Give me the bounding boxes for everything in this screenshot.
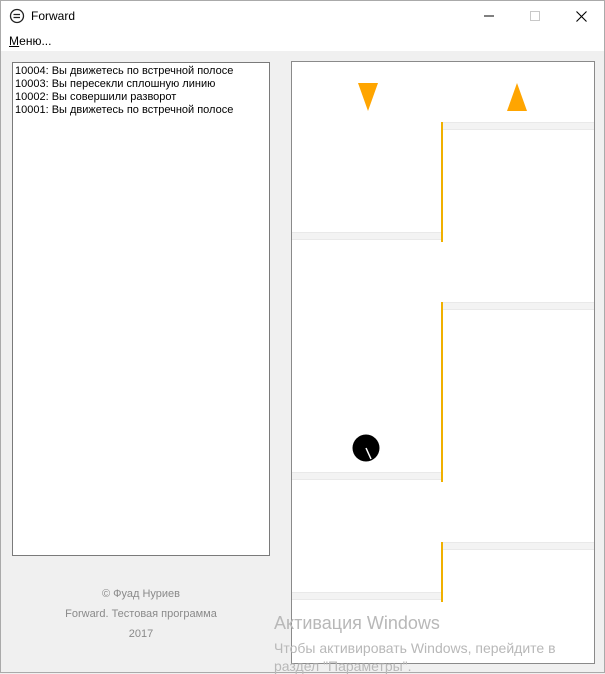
window-title: Forward bbox=[31, 9, 76, 23]
activation-watermark-title: Активация Windows bbox=[274, 613, 440, 633]
down-arrow-icon bbox=[358, 83, 378, 111]
activation-watermark-line: Чтобы активировать Windows, перейдите в bbox=[274, 640, 556, 656]
app-window: Forward Меню... 10004: Вы движетесь по в… bbox=[0, 0, 605, 674]
road-field[interactable] bbox=[291, 61, 595, 664]
menu-bar: Меню... bbox=[1, 31, 604, 51]
event-log-list[interactable]: 10004: Вы движетесь по встречной полосе … bbox=[12, 62, 270, 556]
car-icon bbox=[352, 434, 380, 462]
road-strip bbox=[292, 592, 442, 600]
minimize-button[interactable] bbox=[466, 1, 512, 31]
list-item[interactable]: 10004: Вы движетесь по встречной полосе bbox=[15, 65, 233, 78]
title-bar: Forward bbox=[1, 1, 604, 31]
road-strip bbox=[292, 472, 442, 480]
menu-item-menu[interactable]: Меню... bbox=[9, 34, 51, 48]
activation-watermark-line: раздел "Параметры". bbox=[274, 658, 412, 674]
list-item[interactable]: 10001: Вы движетесь по встречной полосе bbox=[15, 104, 233, 117]
road-strip bbox=[443, 122, 594, 130]
list-item[interactable]: 10002: Вы совершили разворот bbox=[15, 91, 176, 104]
lane-divider bbox=[441, 122, 443, 242]
close-icon bbox=[575, 10, 587, 22]
lane-divider bbox=[441, 302, 443, 482]
list-item[interactable]: 10003: Вы пересекли сплошную линию bbox=[15, 78, 215, 91]
maximize-button[interactable] bbox=[512, 1, 558, 31]
road-strip bbox=[443, 542, 594, 550]
year-label: 2017 bbox=[128, 628, 154, 640]
road-strip bbox=[443, 302, 594, 310]
road-strip bbox=[292, 232, 442, 240]
copyright-label: © Фуад Нуриев bbox=[101, 588, 181, 600]
up-arrow-icon bbox=[507, 83, 527, 111]
minimize-icon bbox=[484, 15, 494, 17]
maximize-icon bbox=[530, 11, 540, 21]
program-label: Forward. Тестовая программа bbox=[65, 608, 217, 620]
forward-logo-icon bbox=[9, 8, 25, 24]
close-button[interactable] bbox=[558, 1, 604, 31]
lane-divider bbox=[441, 542, 443, 602]
